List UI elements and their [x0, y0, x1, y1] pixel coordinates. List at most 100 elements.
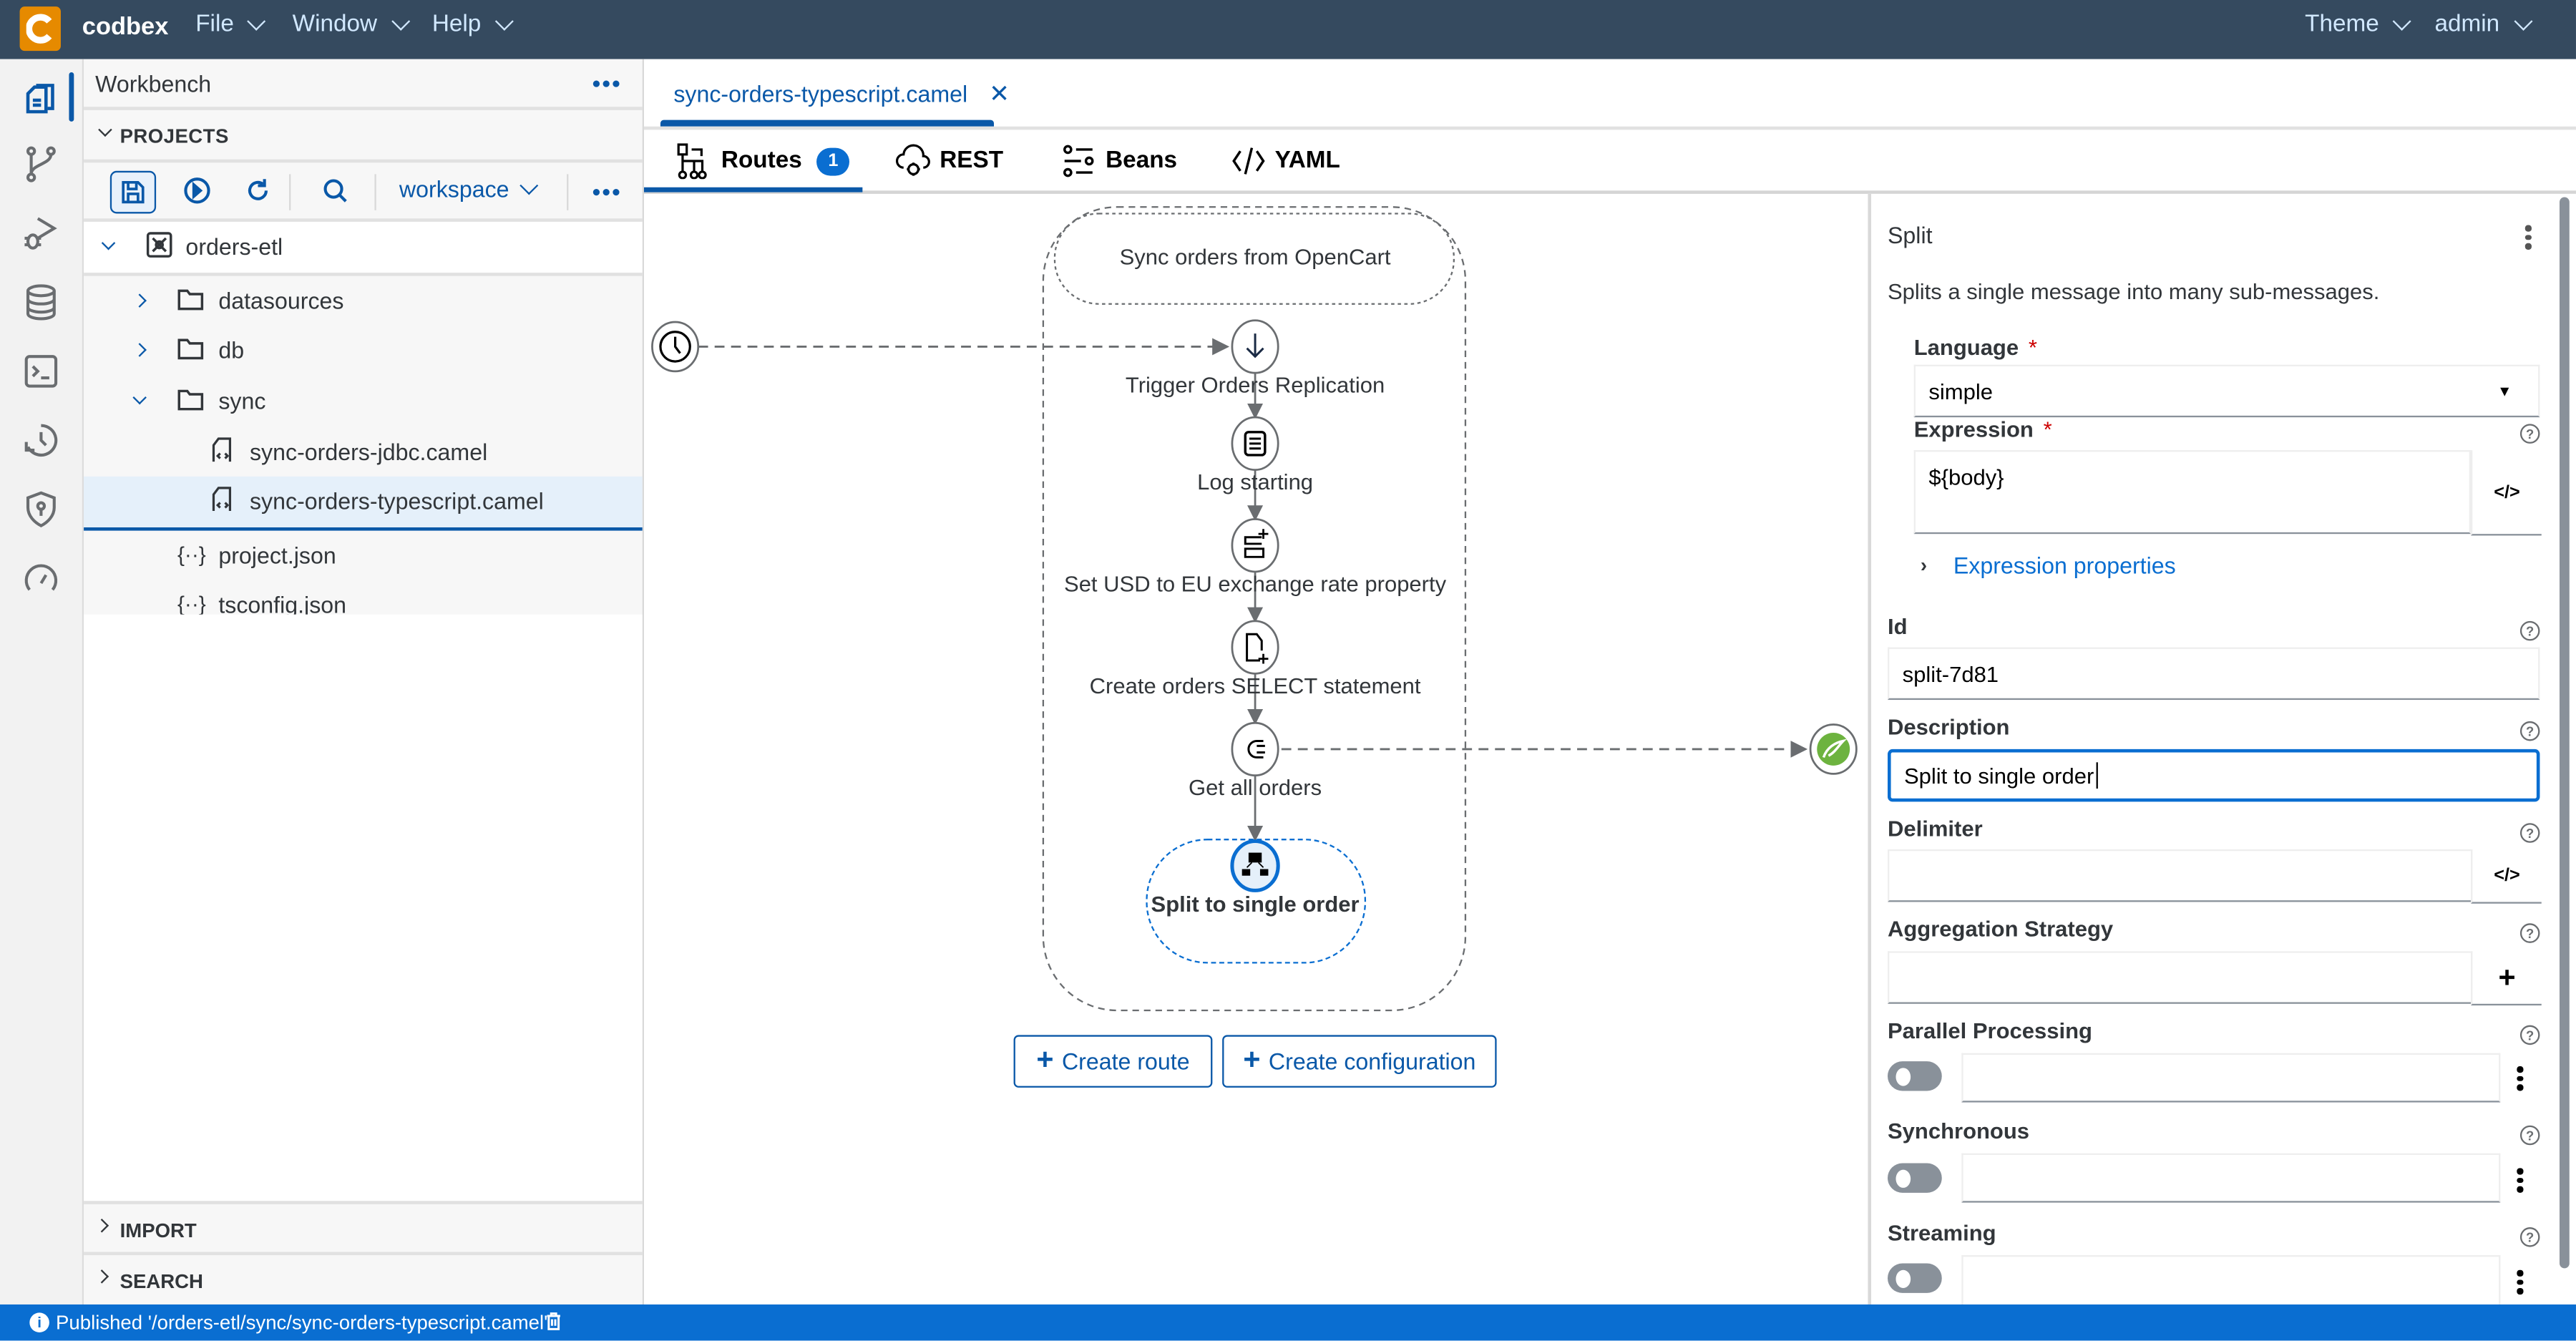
- help-icon[interactable]: ?: [2519, 424, 2540, 444]
- streaming-input[interactable]: [1961, 1255, 2501, 1305]
- tree-item-sync-orders-jdbc[interactable]: sync-orders-jdbc.camel: [84, 426, 643, 476]
- menu-user-label: admin: [2434, 11, 2500, 38]
- tab-rest[interactable]: REST: [895, 143, 1003, 180]
- menu-file[interactable]: File: [195, 11, 267, 38]
- tree-item-orders-etl[interactable]: orders-etl: [84, 221, 643, 275]
- help-icon[interactable]: ?: [2519, 923, 2540, 943]
- tab-yaml-label: YAML: [1274, 147, 1340, 175]
- expression-properties-link[interactable]: Expression properties: [1953, 552, 2176, 578]
- tree-item-sync-orders-typescript[interactable]: sync-orders-typescript.camel: [84, 476, 643, 530]
- status-message: Published '/orders-etl/sync/sync-orders-…: [56, 1311, 548, 1335]
- search-button[interactable]: [314, 171, 357, 210]
- import-section-header[interactable]: IMPORT: [84, 1201, 643, 1252]
- git-branch-icon[interactable]: [21, 145, 61, 184]
- chevron-right-icon: [132, 343, 147, 358]
- help-icon[interactable]: ?: [2519, 1025, 2540, 1045]
- parallel-processing-input[interactable]: [1961, 1053, 2501, 1103]
- database-icon[interactable]: [21, 283, 61, 322]
- search-label: SEARCH: [119, 1269, 203, 1293]
- streaming-toggle[interactable]: [1887, 1263, 1942, 1293]
- expression-textarea[interactable]: ${body}: [1913, 450, 2472, 535]
- projects-toolbar: workspace: [84, 162, 643, 222]
- step-node-set-property[interactable]: [1231, 518, 1279, 573]
- parallel-processing-more-icon[interactable]: [2517, 1066, 2523, 1091]
- route-canvas[interactable]: Sync orders from OpenCart Trigger Orders…: [644, 194, 1868, 1305]
- chevron-down-icon: [248, 11, 267, 30]
- toolbar-divider: [374, 174, 376, 210]
- terminal-icon[interactable]: [21, 351, 61, 391]
- trash-icon[interactable]: [545, 1311, 562, 1335]
- top-menubar: codbex File Window Help Theme admin: [0, 0, 2576, 59]
- aggregation-strategy-input[interactable]: [1887, 951, 2473, 1004]
- chevron-down-icon: [101, 236, 116, 251]
- create-configuration-button[interactable]: + Create configuration: [1222, 1035, 1497, 1088]
- tab-routes[interactable]: Routes 1: [677, 143, 850, 180]
- projects-section-header[interactable]: PROJECTS: [84, 110, 643, 163]
- chevron-down-icon: [98, 122, 112, 137]
- step-node-get-orders[interactable]: [1231, 721, 1279, 777]
- properties-more-icon[interactable]: [2524, 225, 2531, 249]
- help-icon[interactable]: ?: [2519, 1125, 2540, 1146]
- expression-editor-button[interactable]: </>: [2471, 450, 2542, 536]
- tree-item-project-json[interactable]: {··} project.json: [84, 530, 643, 580]
- menu-window[interactable]: Window: [293, 11, 410, 38]
- toolbar-divider: [289, 174, 291, 210]
- step-node-create-select[interactable]: [1231, 620, 1279, 675]
- workspace-select[interactable]: workspace: [399, 175, 539, 202]
- projects-more-icon[interactable]: [592, 189, 620, 196]
- chevron-down-icon: [519, 175, 539, 195]
- step-node-log[interactable]: [1231, 416, 1279, 472]
- folder-icon: [177, 336, 207, 365]
- id-input[interactable]: split-7d81: [1887, 647, 2540, 701]
- search-section-header[interactable]: SEARCH: [84, 1252, 643, 1303]
- file-tab[interactable]: sync-orders-typescript.camel ✕: [660, 59, 1010, 127]
- help-icon[interactable]: ?: [2519, 620, 2540, 641]
- workbench-header: Workbench: [84, 59, 643, 110]
- shield-icon[interactable]: [21, 489, 61, 529]
- help-icon[interactable]: ?: [2519, 823, 2540, 843]
- menu-theme[interactable]: Theme: [2305, 11, 2411, 38]
- workbench-more-icon[interactable]: [592, 80, 620, 87]
- chevron-right-icon: [94, 1219, 109, 1233]
- add-aggregation-button[interactable]: +: [2471, 951, 2542, 1006]
- refresh-button[interactable]: [237, 171, 280, 210]
- help-icon[interactable]: ?: [2519, 1227, 2540, 1247]
- help-icon[interactable]: ?: [2519, 721, 2540, 741]
- spring-bean-node[interactable]: [1809, 723, 1858, 775]
- codbex-logo[interactable]: [19, 6, 61, 52]
- debug-icon[interactable]: [21, 213, 61, 253]
- synchronous-toggle[interactable]: [1887, 1163, 1942, 1193]
- step-node-trigger[interactable]: [1231, 319, 1279, 374]
- language-select[interactable]: simple ▼: [1913, 364, 2540, 418]
- menu-help[interactable]: Help: [432, 11, 514, 38]
- history-icon[interactable]: [21, 421, 61, 460]
- streaming-more-icon[interactable]: [2517, 1269, 2523, 1294]
- timer-node[interactable]: [651, 321, 700, 373]
- description-input[interactable]: Split to single order: [1887, 748, 2540, 802]
- close-icon[interactable]: ✕: [989, 79, 1010, 108]
- plus-icon: +: [1243, 1042, 1261, 1076]
- tree-item-sync[interactable]: sync: [84, 376, 643, 426]
- status-bar: i Published '/orders-etl/sync/sync-order…: [0, 1304, 2576, 1341]
- tab-beans[interactable]: Beans: [1061, 143, 1177, 180]
- chevron-right-icon[interactable]: ›: [1921, 554, 1927, 577]
- delimiter-editor-button[interactable]: </>: [2471, 849, 2542, 904]
- tree-item-datasources[interactable]: datasources: [84, 275, 643, 326]
- route-diagram: [651, 206, 1858, 1012]
- tab-yaml[interactable]: YAML: [1231, 143, 1340, 180]
- save-button[interactable]: [109, 170, 157, 214]
- create-route-button[interactable]: + Create route: [1013, 1035, 1213, 1088]
- properties-scrollbar[interactable]: [2560, 197, 2570, 1269]
- gauge-icon[interactable]: [21, 559, 61, 598]
- beans-icon: [1063, 145, 1094, 177]
- run-button[interactable]: [176, 171, 219, 210]
- tree-item-db[interactable]: db: [84, 326, 643, 376]
- menu-user[interactable]: admin: [2434, 11, 2532, 38]
- routes-tab-active-indicator: [643, 187, 863, 192]
- parallel-processing-toggle[interactable]: [1887, 1061, 1942, 1091]
- step-node-split[interactable]: [1230, 839, 1280, 892]
- synchronous-input[interactable]: [1961, 1153, 2501, 1203]
- delimiter-input[interactable]: [1887, 849, 2473, 902]
- synchronous-more-icon[interactable]: [2517, 1168, 2523, 1192]
- documents-icon[interactable]: [21, 77, 61, 117]
